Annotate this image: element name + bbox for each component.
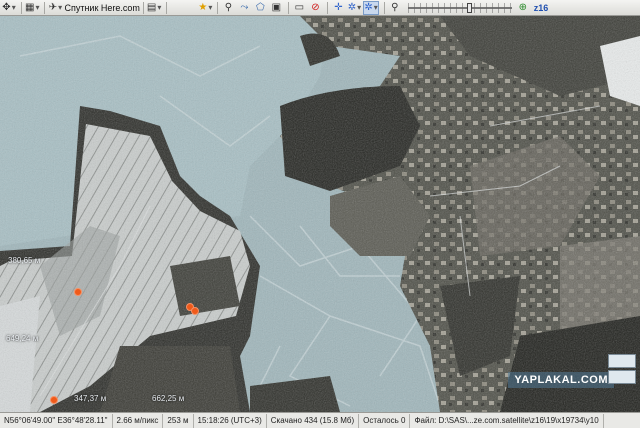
star-icon[interactable]: ★ xyxy=(198,1,212,15)
distance-label: 649,24 м xyxy=(6,334,39,343)
status-scale: 2.66 м/пикс xyxy=(113,413,164,428)
search-icon[interactable]: ⚲ xyxy=(388,1,402,15)
distance-label: 347,37 м xyxy=(74,394,107,403)
status-altitude: 253 м xyxy=(163,413,194,428)
status-file-path: Файл: D:\SAS\...ze.com.satellite\z16\19\… xyxy=(410,413,604,428)
toolbar-separator xyxy=(21,1,22,14)
toolbar-separator xyxy=(217,1,219,14)
zoom-in-icon[interactable]: ⊕ xyxy=(516,1,530,15)
satellite-imagery xyxy=(0,16,640,412)
gps-track-icon[interactable]: ✲ xyxy=(363,0,379,15)
zoom-slider-ticks xyxy=(407,2,512,13)
target-icon[interactable]: ✛ xyxy=(331,1,345,15)
polygon-icon[interactable]: ⬠ xyxy=(253,1,267,15)
layers-icon[interactable]: ▤ xyxy=(147,1,161,15)
zoom-level-label: z16 xyxy=(533,2,549,13)
placemark-icon[interactable]: ⚲ xyxy=(221,1,235,15)
toolbar-separator xyxy=(44,1,46,14)
distance-label: 662,25 м xyxy=(152,394,185,403)
satellite-icon[interactable]: ✈ xyxy=(48,1,62,15)
move-icon[interactable]: ✥ xyxy=(2,1,16,15)
gps-icon[interactable]: ✲ xyxy=(347,1,361,15)
status-coordinates: N56°06'49.00" E36°48'28.11" xyxy=(0,413,113,428)
map-marker[interactable] xyxy=(74,288,82,296)
map-provider-label[interactable]: Спутник Here.com xyxy=(64,3,139,13)
zoom-slider[interactable] xyxy=(407,2,512,13)
status-time: 15:18:26 (UTC+3) xyxy=(194,413,267,428)
watermark-logo: YAPLAKAL.COM xyxy=(508,372,614,388)
status-downloaded: Скачано 434 (15.8 Мб) xyxy=(267,413,360,428)
status-bar: N56°06'49.00" E36°48'28.11" 2.66 м/пикс … xyxy=(0,412,640,428)
toolbar-separator xyxy=(288,1,290,14)
minimap-toggle[interactable] xyxy=(608,370,636,384)
toolbar-separator xyxy=(166,1,168,14)
zoom-slider-thumb[interactable] xyxy=(466,2,472,13)
path-icon[interactable]: ⤳ xyxy=(237,1,251,15)
camera-icon[interactable]: ▣ xyxy=(269,1,283,15)
main-toolbar: ✥ ▦ ✈ Спутник Here.com ▤ ★ ⚲ ⤳ ⬠ ▣ ▭ ⊘ ✛… xyxy=(0,0,640,16)
bookmark-icon[interactable]: ▭ xyxy=(292,1,306,15)
minimap-control[interactable] xyxy=(608,354,636,392)
status-remaining: Осталось 0 xyxy=(359,413,411,428)
distance-label: 380,65 м xyxy=(8,256,41,265)
toolbar-separator xyxy=(142,1,144,14)
grid-icon[interactable]: ▦ xyxy=(25,1,39,15)
no-entry-icon[interactable]: ⊘ xyxy=(308,1,322,15)
toolbar-separator xyxy=(383,1,385,14)
toolbar-separator xyxy=(327,1,329,14)
map-marker[interactable] xyxy=(50,396,58,404)
map-marker[interactable] xyxy=(191,307,199,315)
minimap-toggle[interactable] xyxy=(608,354,636,368)
satellite-map-view[interactable]: 380,65 м 649,24 м 347,37 м 662,25 м YAPL… xyxy=(0,16,640,412)
